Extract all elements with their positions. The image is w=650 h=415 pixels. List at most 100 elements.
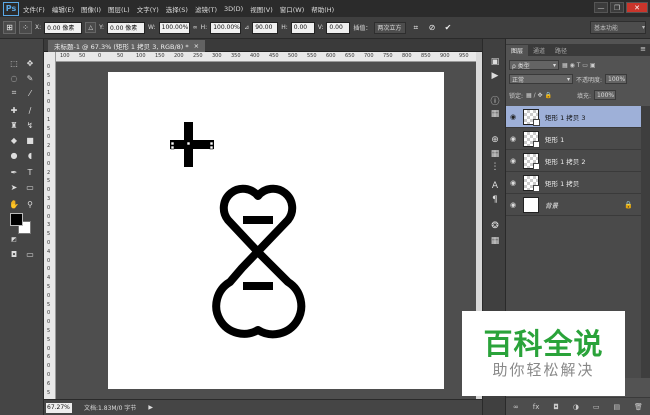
eyedropper-tool-icon[interactable]: ⁄ [23,87,37,99]
layer-row[interactable]: ◉ 矩形 1 拷贝 3 [506,106,641,128]
quick-mask-icon[interactable]: ◘ [7,248,21,260]
y-field[interactable]: 0.00 像素 [107,21,146,34]
new-group-icon[interactable]: ▭ [593,403,600,411]
layer-row[interactable]: ◉ 矩形 1 拷贝 [506,172,641,194]
quick-select-tool-icon[interactable]: ✎ [23,72,37,84]
eye-icon[interactable]: ◉ [506,135,520,143]
vertical-ruler[interactable]: 0 5 0 1 0 0 1 5 0 2 0 0 2 5 0 3 0 0 3 5 0 4 0 0 4 5 0 5 0 0 5 5 0 6 0 0 6 5 [44,52,56,399]
minimize-button[interactable]: — [594,2,608,13]
document-canvas[interactable] [108,72,444,389]
delta-icon[interactable]: △ [85,22,97,33]
path-select-tool-icon[interactable]: ➤ [7,181,21,193]
spot-heal-tool-icon[interactable]: ✚ [7,104,21,116]
delete-layer-icon[interactable]: 🗑 [634,403,643,411]
grid-panel-icon[interactable]: ▦ [489,235,501,247]
menu-select[interactable]: 选择(S) [166,4,188,14]
panel-menu-icon[interactable]: ≡ [640,45,646,53]
cancel-transform-icon[interactable]: ⊘ [425,21,438,34]
history-panel-icon[interactable]: ▣ [489,56,501,68]
screen-mode-icon[interactable]: ▭ [23,248,37,260]
adjustments-panel-icon[interactable]: ⋮ [489,161,501,173]
eraser-tool-icon[interactable]: ◆ [7,134,21,146]
link-layers-icon[interactable]: ∞ [513,403,519,411]
filter-icons[interactable]: ▦ ◉ T ▭ ▣ [562,62,596,69]
shape-tool-icon[interactable]: ▭ [23,181,37,193]
brush-panel-icon[interactable]: ▦ [489,108,501,120]
vskew-field[interactable]: 0.00 [326,21,351,34]
close-tab-icon[interactable]: × [194,42,199,50]
tab-paths[interactable]: 路径 [550,45,572,56]
document-tab[interactable]: 未标题-1 @ 67.3% (矩形 1 拷贝 3, RGB/8) * × [48,40,206,52]
commit-transform-icon[interactable]: ✔ [441,21,454,34]
tab-channels[interactable]: 通道 [528,45,550,56]
canvas-area[interactable] [56,62,476,399]
move-tool-preset-icon[interactable]: ⊞ [3,21,16,34]
paragraph-panel-icon[interactable]: ¶ [489,194,501,206]
eye-icon[interactable]: ◉ [506,113,520,121]
default-colors-icon[interactable]: ◩ [7,233,21,245]
layers-scrollbar[interactable] [641,106,650,378]
menu-edit[interactable]: 编辑(E) [52,4,74,14]
menu-file[interactable]: 文件(F) [23,4,45,14]
menu-help[interactable]: 帮助(H) [311,4,334,14]
eye-icon[interactable]: ◉ [506,157,520,165]
menu-filter[interactable]: 滤镜(T) [195,4,217,14]
interpolation-select[interactable]: 两次立方 [374,21,407,34]
opacity-field[interactable]: 100% [605,74,628,84]
fill-field[interactable]: 100% [593,90,616,100]
transformed-cross-shape[interactable] [170,122,214,167]
gradient-tool-icon[interactable]: ■ [23,134,37,146]
layer-style-icon[interactable]: fx [533,403,540,411]
lock-icons[interactable]: ▦ ∕ ✥ 🔒 [526,92,552,99]
reference-point-icon[interactable]: ⁘ [19,21,32,34]
marquee-tool-icon[interactable]: ⬚ [7,57,21,69]
blur-tool-icon[interactable]: ● [7,149,21,161]
horizontal-ruler[interactable]: 100 50 0 50 100 150 200 250 300 350 400 450 500 550 60… [56,52,476,62]
height-field[interactable]: 100.00% [210,21,242,34]
lasso-tool-icon[interactable]: ◌ [7,72,21,84]
width-field[interactable]: 100.00% [158,21,190,34]
eye-icon[interactable]: ◉ [506,179,520,187]
hand-tool-icon[interactable]: ✋ [7,198,21,210]
dodge-tool-icon[interactable]: ◖ [23,149,37,161]
x-field[interactable]: 0.00 像素 [44,21,83,34]
info-panel-icon[interactable]: ⓘ [489,94,501,107]
menu-view[interactable]: 视图(V) [250,4,273,14]
layer-row[interactable]: ◉ 背景 🔒 [506,194,641,216]
character-panel-icon[interactable]: A [489,180,501,192]
actions-panel-icon[interactable]: ▶ [489,70,501,82]
workspace-select[interactable]: 基本功能 ▾ [590,21,646,34]
brush-tool-icon[interactable]: ∕ [23,104,37,116]
history-brush-tool-icon[interactable]: ↯ [23,119,37,131]
hskew-field[interactable]: 0.00 [290,21,315,34]
zoom-tool-icon[interactable]: ⚲ [23,198,37,210]
crop-tool-icon[interactable]: ⌗ [7,87,21,99]
status-menu-arrow-icon[interactable]: ▶ [148,404,153,411]
pen-tool-icon[interactable]: ✒ [7,166,21,178]
new-layer-icon[interactable]: ▤ [613,403,620,411]
layer-row[interactable]: ◉ 矩形 1 拷贝 2 [506,150,641,172]
warp-icon[interactable]: ⌗ [409,21,422,34]
tab-layers[interactable]: 图层 [506,45,529,56]
layer-kind-filter[interactable]: ρ 类型 ▾ [509,60,559,70]
menu-3d[interactable]: 3D(D) [224,5,243,13]
foreground-color-swatch[interactable] [10,213,23,226]
menu-window[interactable]: 窗口(W) [280,4,305,14]
menu-layer[interactable]: 图层(L) [108,4,130,14]
menu-type[interactable]: 文字(Y) [137,4,159,14]
angle-field[interactable]: 90.00 [252,21,279,34]
eye-icon[interactable]: ◉ [506,201,520,209]
link-icon[interactable]: ∞ [193,24,198,31]
adjustment-layer-icon[interactable]: ◑ [573,403,579,411]
restore-button[interactable]: ❐ [610,2,624,13]
layer-row[interactable]: ◉ 矩形 1 [506,128,641,150]
close-button[interactable]: ✕ [626,2,648,13]
zoom-field[interactable]: 67.27% [46,402,72,413]
color-panel-icon[interactable]: ⊕ [489,134,501,146]
double-heart-shape[interactable] [212,184,306,339]
type-tool-icon[interactable]: T [23,166,37,178]
blend-mode-select[interactable]: 正常 ▾ [509,74,573,84]
add-mask-icon[interactable]: ◘ [553,403,559,411]
3d-panel-icon[interactable]: ❂ [489,220,501,232]
move-tool-icon[interactable]: ✥ [23,57,37,69]
